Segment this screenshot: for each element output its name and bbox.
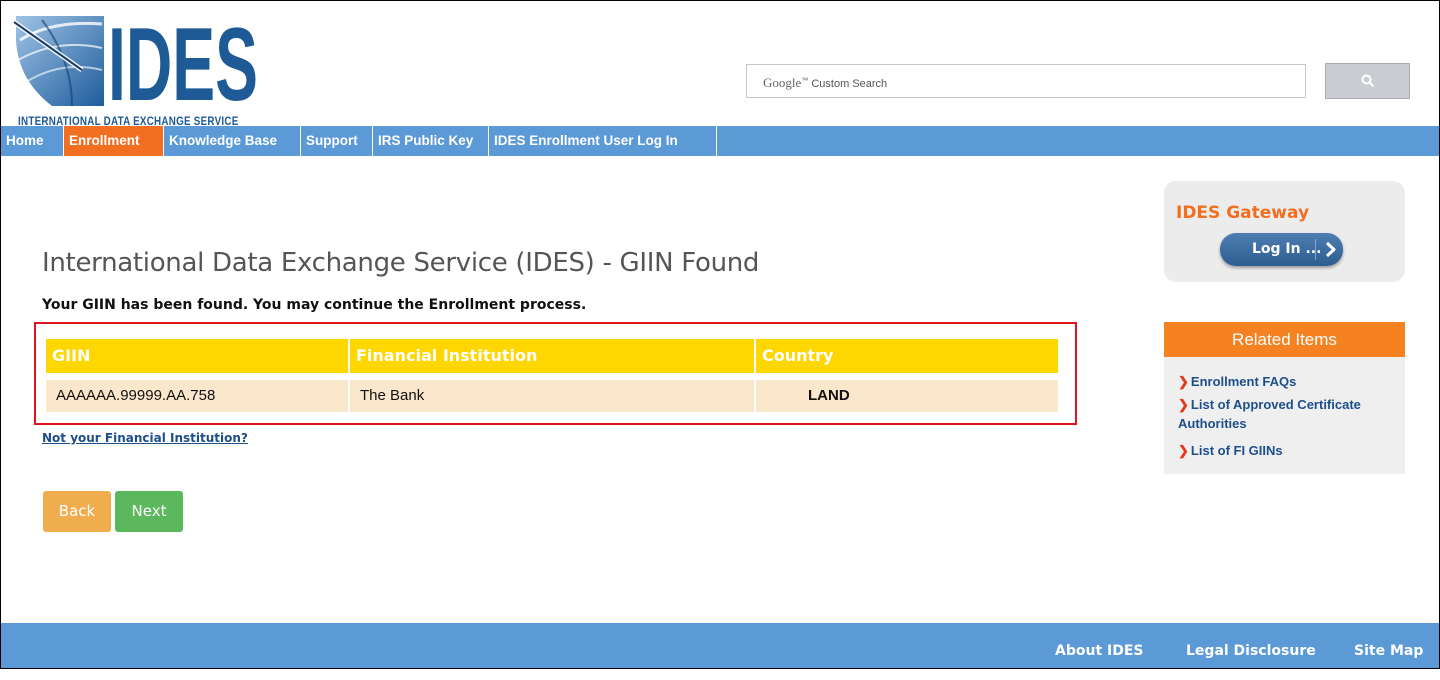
back-button[interactable]: Back <box>43 491 111 532</box>
chevron-right-icon <box>1325 241 1336 258</box>
page-title: International Data Exchange Service (IDE… <box>42 248 760 278</box>
not-your-fi-link[interactable]: Not your Financial Institution? <box>42 431 248 445</box>
logo-title: IDES <box>108 10 258 114</box>
main-nav: Home Enrollment Knowledge Base Support I… <box>1 126 1439 156</box>
cell-country: LAND <box>756 380 1058 412</box>
col-header-country: Country <box>756 339 1058 373</box>
nav-irs-public-key[interactable]: IRS Public Key <box>373 126 489 156</box>
google-brand: Google <box>763 75 802 90</box>
related-link-label: List of FI GIINs <box>1190 443 1283 458</box>
chevron-right-icon: ❯ <box>1178 443 1189 458</box>
nav-user-log-in[interactable]: IDES Enrollment User Log In <box>489 126 717 156</box>
next-button[interactable]: Next <box>115 491 183 532</box>
login-label: Log In ... <box>1252 241 1322 257</box>
related-link-approved-cas[interactable]: ❯ List of Approved Certificate Authoritie… <box>1178 395 1393 433</box>
nav-enrollment[interactable]: Enrollment <box>64 126 164 156</box>
footer-about-ides[interactable]: About IDES <box>1055 623 1143 680</box>
search-input[interactable]: Google™ Custom Search <box>746 64 1306 98</box>
related-link-enrollment-faqs[interactable]: ❯ Enrollment FAQs <box>1178 372 1296 391</box>
ides-gateway-panel: IDES Gateway Log In ... <box>1164 181 1405 282</box>
col-header-financial-institution: Financial Institution <box>350 339 754 373</box>
nav-support[interactable]: Support <box>301 126 373 156</box>
gateway-title: IDES Gateway <box>1176 203 1310 223</box>
related-items-title: Related Items <box>1164 322 1405 357</box>
search-icon <box>1361 74 1374 88</box>
footer: About IDES Legal Disclosure Site Map <box>1 623 1439 668</box>
chevron-right-icon: ❯ <box>1178 374 1189 389</box>
nav-home[interactable]: Home <box>1 126 64 156</box>
trademark: ™ <box>801 77 809 85</box>
related-link-label: Enrollment FAQs <box>1190 374 1297 389</box>
col-header-giin: GIIN <box>46 339 348 373</box>
gateway-login-button[interactable]: Log In ... <box>1220 233 1343 266</box>
ides-logo[interactable]: IDES INTERNATIONAL DATA EXCHANGE SERVICE <box>12 7 262 128</box>
footer-legal-disclosure[interactable]: Legal Disclosure <box>1186 623 1316 680</box>
search-placeholder: Custom Search <box>811 78 888 90</box>
globe-logo-icon: IDES <box>12 7 258 123</box>
cell-financial-institution: The Bank <box>350 380 754 412</box>
nav-knowledge-base[interactable]: Knowledge Base <box>164 126 301 156</box>
related-link-label: List of Approved Certificate Authorities <box>1178 397 1361 431</box>
footer-site-map[interactable]: Site Map <box>1354 623 1423 680</box>
login-divider <box>1315 239 1316 260</box>
related-link-fi-giins[interactable]: ❯ List of FI GIINs <box>1178 441 1283 460</box>
related-items-panel: Related Items ❯ Enrollment FAQs ❯ List of … <box>1164 322 1405 474</box>
cell-giin: AAAAAA.99999.AA.758 <box>46 380 348 412</box>
search-button[interactable] <box>1325 63 1410 99</box>
chevron-right-icon: ❯ <box>1178 397 1189 412</box>
giin-found-message: Your GIIN has been found. You may contin… <box>42 297 587 313</box>
